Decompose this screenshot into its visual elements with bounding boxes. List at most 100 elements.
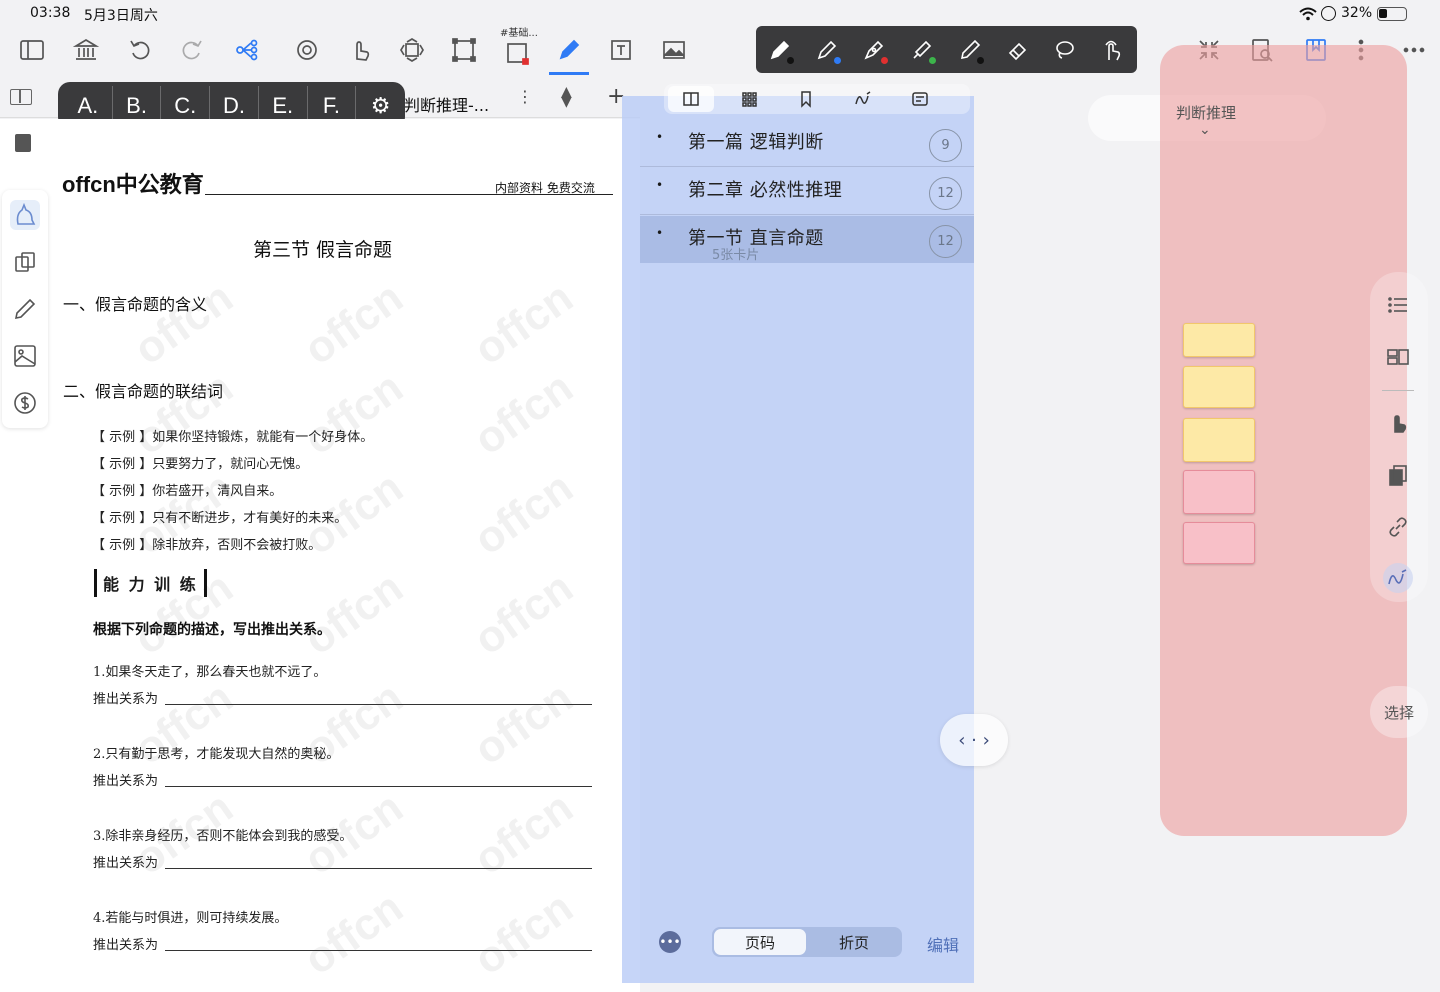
outline-item-title: 第二章 必然性推理: [688, 180, 843, 201]
example-line: 【 示例 】你若盛开，清风自来。: [92, 484, 283, 499]
pencil-icon[interactable]: [10, 294, 40, 324]
fountain-pen-icon[interactable]: [764, 34, 796, 66]
answer-label: 推出关系为: [93, 938, 159, 953]
pane-title: 判断推理: [1176, 104, 1237, 122]
card-thumbnail[interactable]: [1183, 522, 1255, 564]
watermark: offcn: [465, 272, 582, 375]
resize-icon[interactable]: [395, 33, 429, 67]
squiggle-icon[interactable]: [1383, 563, 1413, 593]
pen-toolbar: [756, 26, 1137, 73]
outline-item-selected[interactable]: • 第一节 直言命题 5张卡片 12: [640, 216, 974, 263]
watermark: offcn: [295, 272, 412, 375]
rail-divider: [1382, 390, 1414, 391]
left-tool-panel: [2, 190, 48, 428]
highlighter-icon[interactable]: [906, 34, 938, 66]
eraser-icon[interactable]: [1001, 34, 1033, 66]
squiggle-icon[interactable]: [849, 88, 877, 110]
watermark: offcn: [465, 882, 582, 985]
card-thumbnail[interactable]: [1183, 323, 1255, 357]
reorder-icon[interactable]: ▲ ▼: [561, 85, 572, 109]
section-title: 第三节 假言命题: [253, 239, 393, 261]
chevron-down-icon[interactable]: ⌄: [1199, 122, 1211, 138]
example-line: 【 示例 】除非放弃，否则不会被打败。: [92, 538, 322, 553]
crop-icon[interactable]: [447, 33, 481, 67]
more-options-icon[interactable]: •••: [659, 931, 681, 953]
link-icon[interactable]: [1383, 512, 1413, 542]
heading-definition: 一、假言命题的含义: [63, 295, 208, 314]
select-button[interactable]: 选择: [1370, 686, 1428, 738]
pen-icon[interactable]: [552, 33, 586, 67]
battery-percent: 32%: [1341, 5, 1373, 21]
active-tool-indicator: [549, 72, 589, 75]
pencil-icon[interactable]: [954, 34, 986, 66]
page-mode-segmented: 页码 折页: [712, 927, 902, 957]
hand-icon[interactable]: [343, 33, 377, 67]
question-text: 1.如果冬天走了，那么春天也就不远了。: [93, 665, 327, 680]
pen-icon[interactable]: [811, 34, 843, 66]
tab-menu-icon[interactable]: ⋮: [517, 87, 533, 106]
layout-icon[interactable]: [1383, 342, 1413, 372]
cat-sticker-icon[interactable]: [10, 200, 40, 230]
selection-icon[interactable]: [500, 36, 534, 70]
answer-blank[interactable]: [165, 786, 592, 787]
document-page[interactable]: offcn offcn offcn offcn offcn offcn offc…: [0, 119, 640, 992]
undo-icon[interactable]: [123, 33, 157, 67]
outline-item[interactable]: • 第二章 必然性推理 12: [640, 168, 974, 215]
answer-blank[interactable]: [165, 950, 592, 951]
answer-label: 推出关系为: [93, 774, 159, 789]
example-line: 【 示例 】只要努力了，就问心无愧。: [92, 457, 309, 472]
outline-item[interactable]: • 第一篇 逻辑判断 9: [640, 120, 974, 167]
dollar-icon[interactable]: [10, 388, 40, 418]
redo-icon[interactable]: [175, 33, 209, 67]
list-icon[interactable]: [1383, 290, 1413, 320]
answer-blank[interactable]: [165, 868, 592, 869]
notebook-icon[interactable]: [15, 134, 31, 152]
tab-title[interactable]: 判断推理-...: [404, 92, 489, 116]
grid-view-icon[interactable]: [735, 88, 763, 110]
bookmark-icon[interactable]: [792, 88, 820, 110]
question-text: 2.只有勤于思考，才能发现大自然的奥秘。: [93, 747, 340, 762]
training-label: 能 力 训 练: [94, 569, 207, 597]
settings-sync-icon[interactable]: [290, 33, 324, 67]
edit-button[interactable]: 编辑: [927, 932, 959, 956]
calligraphy-pen-icon[interactable]: [858, 34, 890, 66]
card-thumbnail[interactable]: [1183, 418, 1255, 462]
watermark: offcn: [465, 462, 582, 565]
bullet-icon: •: [656, 226, 664, 240]
split-view-icon[interactable]: [10, 89, 32, 105]
watermark: offcn: [295, 362, 412, 465]
mindmap-icon[interactable]: [230, 33, 264, 67]
watermark: offcn: [295, 562, 412, 665]
segment-fold-page[interactable]: 折页: [808, 929, 900, 955]
status-time: 03:38: [30, 5, 71, 21]
sidebar-icon[interactable]: [15, 33, 49, 67]
card-thumbnail[interactable]: [1183, 470, 1255, 514]
watermark: offcn: [125, 272, 242, 375]
textbox-icon[interactable]: [604, 33, 638, 67]
bullet-icon: •: [656, 130, 664, 144]
book-view-icon[interactable]: [677, 88, 705, 110]
copy-icon[interactable]: [1383, 460, 1413, 490]
splitter-handle-icon[interactable]: ‹ · ›: [940, 714, 1008, 766]
orientation-lock-icon: [1321, 6, 1336, 21]
note-icon[interactable]: [906, 88, 934, 110]
library-icon[interactable]: [69, 33, 103, 67]
card-thumbnail[interactable]: [1183, 366, 1255, 408]
count-badge: 12: [929, 225, 962, 258]
copy-pages-icon[interactable]: [10, 247, 40, 277]
heading-connectives: 二、假言命题的联结词: [63, 382, 224, 401]
outline-item-subtitle: 5张卡片: [712, 248, 760, 263]
brand-logo: offcn中公教育: [62, 172, 204, 197]
finger-touch-icon[interactable]: [1096, 34, 1128, 66]
image-icon[interactable]: [657, 33, 691, 67]
watermark: offcn: [465, 782, 582, 885]
answer-blank[interactable]: [165, 704, 592, 705]
hand-icon[interactable]: [1383, 408, 1413, 438]
answer-label: 推出关系为: [93, 692, 159, 707]
image-icon[interactable]: [10, 341, 40, 371]
count-badge: 9: [929, 129, 962, 162]
lasso-icon[interactable]: [1048, 34, 1080, 66]
watermark: offcn: [465, 562, 582, 665]
segment-page-number[interactable]: 页码: [714, 929, 806, 955]
header-note: 内部资料 免费交流: [495, 181, 595, 195]
